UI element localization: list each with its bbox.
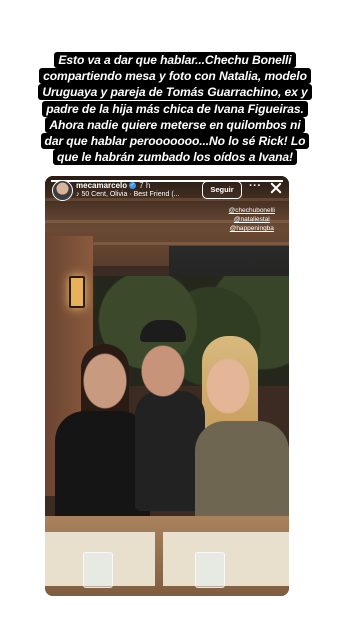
- story-header: mecamarcelo ✓ 7 h: [76, 181, 150, 190]
- follow-button[interactable]: Seguir: [202, 181, 242, 199]
- caption-line: padre de la hija más chica de Ivana Figu…: [42, 100, 308, 117]
- table: [45, 516, 289, 596]
- story-frame[interactable]: mecamarcelo ✓ 7 h ♪ 50 Cent, Olivia · Best…: [45, 176, 289, 596]
- caption-block: Esto va a dar que hablar...Chechu Bonell…: [12, 52, 338, 166]
- mention-tags: @chechubonelli @nataliestal @happeningba: [229, 206, 275, 233]
- close-icon[interactable]: [269, 181, 283, 195]
- caption-line: Esto va a dar que hablar...Chechu Bonell…: [54, 52, 296, 68]
- caption-line: compartiendo mesa y foto con Natalia, mo…: [39, 68, 311, 85]
- caption-line: Uruguaya y pareja de Tomás Guarrachino, …: [38, 84, 312, 101]
- caption-line: Ahora nadie quiere meterse en quilombos …: [45, 116, 305, 133]
- story-photo: [45, 176, 289, 596]
- glass: [195, 552, 225, 588]
- username[interactable]: mecamarcelo: [76, 181, 127, 190]
- more-options-icon[interactable]: ···: [249, 180, 262, 192]
- wall-lamp: [69, 276, 85, 308]
- mention-tag[interactable]: @happeningba: [229, 224, 275, 233]
- avatar[interactable]: [52, 180, 73, 201]
- time-ago: 7 h: [139, 181, 151, 190]
- verified-badge-icon: ✓: [129, 182, 137, 190]
- glass: [83, 552, 113, 588]
- mention-tag[interactable]: @chechubonelli: [229, 206, 275, 215]
- caption-line: dar que hablar perooooooo...No lo sé Ric…: [40, 133, 310, 150]
- mention-tag[interactable]: @nataliestal: [229, 215, 275, 224]
- music-attribution[interactable]: ♪ 50 Cent, Olivia · Best Friend (...: [76, 191, 179, 198]
- caption-line: que le habrán zumbado los oídos a Ivana!: [53, 149, 297, 166]
